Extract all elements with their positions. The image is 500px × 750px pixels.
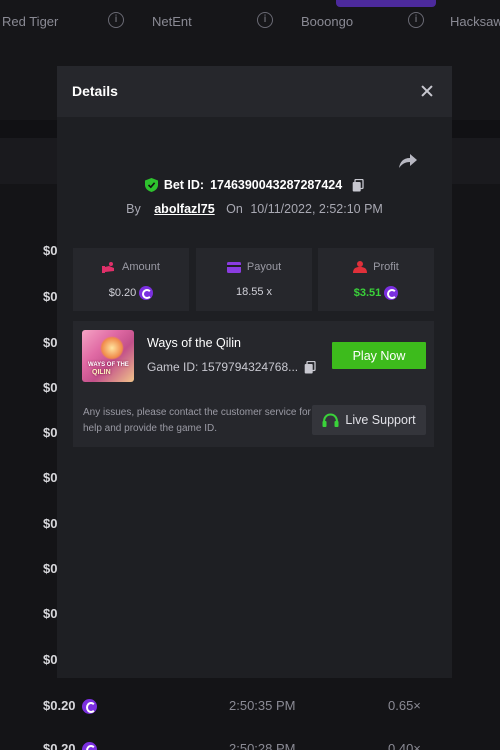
coin-icon [139, 286, 154, 300]
row-amount: $0.20 [43, 698, 76, 713]
stat-label: Amount [122, 261, 160, 273]
stat-label: Profit [373, 261, 399, 273]
row-amount-partial: $0 [43, 289, 58, 304]
game-thumbnail[interactable]: WAYS OF THE QILIN [82, 330, 134, 382]
provider-filter-row: Red Tiger i NetEnt i Booongo i Hacksaw [0, 0, 500, 44]
verified-shield-icon [144, 178, 158, 192]
row-amount-partial: $0 [43, 425, 58, 440]
row-amount: $0.20 [43, 741, 76, 750]
bet-id-value: 1746390043287287424 [210, 178, 343, 192]
provider-netent[interactable]: NetEnt [152, 14, 192, 29]
thumb-title-bottom: QILIN [92, 369, 111, 376]
bet-details-modal: Details Bet ID: 1746390043287287424 By a… [57, 66, 452, 678]
game-id-value: 1579794324768... [201, 360, 299, 374]
row-time: 2:50:35 PM [229, 698, 296, 713]
row-amount-partial: $0 [43, 335, 58, 350]
coin-icon [82, 699, 97, 714]
coin-icon [82, 742, 97, 750]
row-amount-partial: $0 [43, 561, 58, 576]
wallet-icon [226, 261, 241, 273]
row-amount-partial: $0 [43, 243, 58, 258]
row-amount-partial: $0 [43, 606, 58, 621]
live-support-button[interactable]: Live Support [312, 405, 426, 435]
play-now-button[interactable]: Play Now [332, 342, 426, 369]
support-notice: Any issues, please contact the customer … [83, 407, 311, 434]
stat-amount: Amount $0.20 [73, 248, 189, 311]
by-label: By [126, 202, 141, 216]
hand-coin-icon [102, 261, 115, 273]
stat-label: Payout [246, 261, 282, 273]
row-amount-partial: $0 [43, 652, 58, 667]
info-icon[interactable]: i [257, 12, 273, 28]
row-amount-partial: $0 [43, 380, 58, 395]
table-row: $0.20 2:50:28 PM 0.40× [0, 738, 500, 750]
live-support-label: Live Support [345, 413, 416, 427]
stat-value: 18.55 x [235, 286, 273, 298]
thumb-title-top: WAYS OF THE [88, 362, 129, 368]
on-label: On [226, 202, 243, 216]
stat-profit: Profit $3.51 [318, 248, 434, 311]
share-icon[interactable] [397, 152, 419, 170]
copy-icon[interactable] [352, 178, 364, 192]
game-id-label: Game ID: [147, 360, 199, 374]
modal-title: Details [72, 83, 118, 99]
profit-icon [353, 261, 368, 273]
bet-datetime: 10/11/2022, 2:52:10 PM [250, 202, 383, 216]
game-name: Ways of the Qilin [147, 336, 242, 350]
row-amount-partial: $0 [43, 470, 58, 485]
provider-red-tiger[interactable]: Red Tiger [2, 14, 58, 29]
stat-value: $0.20 [108, 287, 137, 299]
by-line: By abolfazl75 On 10/11/2022, 2:52:10 PM [57, 202, 452, 216]
close-icon[interactable] [416, 80, 438, 102]
stat-value: $3.51 [353, 287, 382, 299]
provider-hacksaw[interactable]: Hacksaw [450, 14, 500, 29]
coin-icon [384, 286, 399, 300]
provider-booongo[interactable]: Booongo [301, 14, 353, 29]
row-time: 2:50:28 PM [229, 741, 296, 750]
info-icon[interactable]: i [408, 12, 424, 28]
headset-icon [322, 412, 339, 427]
copy-icon[interactable] [304, 360, 316, 374]
game-id-line: Game ID: 1579794324768... [147, 360, 316, 374]
game-card: WAYS OF THE QILIN Ways of the Qilin Game… [73, 321, 434, 447]
row-amount-partial: $0 [43, 516, 58, 531]
bet-id-label: Bet ID: [163, 178, 205, 192]
row-multiplier: 0.40× [388, 741, 421, 750]
bet-id-line: Bet ID: 1746390043287287424 [57, 178, 452, 196]
username-link[interactable]: abolfazl75 [154, 202, 214, 216]
stat-payout: Payout 18.55 x [196, 248, 312, 311]
row-multiplier: 0.65× [388, 698, 421, 713]
active-tab-indicator [336, 0, 436, 7]
modal-header: Details [57, 66, 452, 117]
info-icon[interactable]: i [108, 12, 124, 28]
table-row: $0.20 2:50:35 PM 0.65× [0, 695, 500, 721]
